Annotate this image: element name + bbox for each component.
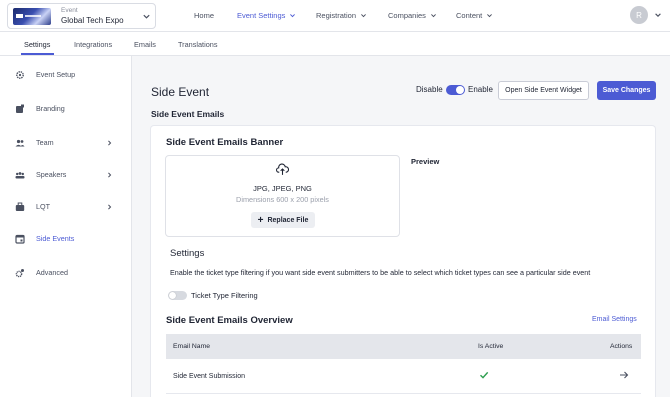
sidebar-item-team[interactable]: Team <box>0 133 131 153</box>
chevron-right-icon <box>108 172 112 178</box>
tab-integrations[interactable]: Integrations <box>74 40 112 49</box>
ticket-type-filtering-toggle[interactable] <box>168 291 187 300</box>
column-actions: Actions <box>610 343 633 350</box>
section-subtitle: Side Event Emails <box>151 109 225 119</box>
save-changes-button[interactable]: Save Changes <box>597 81 656 100</box>
page-title: Side Event <box>151 85 210 99</box>
toggle-knob <box>169 292 176 299</box>
nav-event-settings[interactable]: Event Settings <box>237 11 296 20</box>
email-name-cell: Side Event Submission <box>173 373 245 380</box>
nav-home[interactable]: Home <box>194 11 214 20</box>
banner-title: Side Event Emails Banner <box>166 137 284 148</box>
upload-formats: JPG, JPEG, PNG <box>253 184 312 193</box>
nav-companies[interactable]: Companies <box>388 11 437 20</box>
team-icon <box>15 139 25 147</box>
nav-content-label: Content <box>456 11 483 20</box>
arrow-right-icon[interactable] <box>619 370 629 380</box>
nav-event-settings-label: Event Settings <box>237 11 286 20</box>
table-header: Email Name Is Active Actions <box>166 334 641 359</box>
overview-title: Side Event Emails Overview <box>166 315 293 326</box>
nav-content[interactable]: Content <box>456 11 493 20</box>
plus-icon: + <box>257 214 264 226</box>
tab-emails[interactable]: Emails <box>134 40 156 49</box>
preview-label: Preview <box>411 157 440 166</box>
enable-toggle[interactable] <box>446 85 465 95</box>
tab-translations[interactable]: Translations <box>178 40 217 49</box>
nav-home-label: Home <box>194 11 215 20</box>
sidebar-item-label: Speakers <box>36 170 67 179</box>
event-switcher[interactable]: Event Global Tech Expo <box>7 3 156 29</box>
sidebar-item-label: Branding <box>36 104 65 113</box>
settings-description: Enable the ticket type filtering if you … <box>170 268 591 277</box>
sub-tabs: Settings Integrations Emails Translation… <box>0 32 670 56</box>
sidebar-item-label: LQT <box>36 202 50 211</box>
top-bar: Event Global Tech Expo Home Event Settin… <box>0 0 670 32</box>
briefcase-icon <box>15 202 25 211</box>
sidebar-item-speakers[interactable]: Speakers <box>0 165 131 185</box>
sidebar-item-event-setup[interactable]: Event Setup <box>0 65 131 85</box>
replace-file-button[interactable]: + Replace File <box>251 212 315 228</box>
avatar[interactable]: R <box>630 6 648 24</box>
nav-registration-label: Registration <box>316 11 357 20</box>
sidebar-item-label: Team <box>36 138 54 147</box>
column-is-active: Is Active <box>478 343 504 350</box>
advanced-gear-icon <box>15 269 24 278</box>
settings-title: Settings <box>170 248 205 259</box>
chevron-right-icon <box>108 140 112 146</box>
column-email-name: Email Name <box>173 343 211 350</box>
chevron-down-icon <box>290 14 296 18</box>
upload-cloud-icon <box>276 163 289 175</box>
event-label: Event <box>61 7 78 14</box>
sidebar: Event Setup Branding Team Speakers LQT S… <box>0 56 132 397</box>
check-icon <box>480 371 489 379</box>
chevron-right-icon <box>108 204 112 210</box>
sidebar-item-label: Side Events <box>36 234 75 243</box>
active-tab-indicator <box>21 53 54 55</box>
ticket-type-filtering-label: Ticket Type Filtering <box>191 291 258 300</box>
chevron-down-icon <box>143 14 150 19</box>
sidebar-item-lqt[interactable]: LQT <box>0 197 131 217</box>
upload-dimensions: Dimensions 600 x 200 pixels <box>236 195 329 204</box>
table-row: Side Event Submission <box>166 359 641 394</box>
calendar-icon <box>15 234 25 244</box>
open-widget-button[interactable]: Open Side Event Widget <box>498 81 589 100</box>
toggle-knob <box>456 86 464 94</box>
chevron-down-icon <box>361 14 366 18</box>
sidebar-item-label: Advanced <box>36 268 68 277</box>
email-settings-link[interactable]: Email Settings <box>592 316 637 323</box>
tab-settings[interactable]: Settings <box>24 40 50 49</box>
enable-label: Enable <box>468 85 493 94</box>
disable-label: Disable <box>416 85 443 94</box>
chevron-down-icon <box>430 14 436 18</box>
gear-icon <box>16 71 24 79</box>
sidebar-item-branding[interactable]: Branding <box>0 99 131 119</box>
speakers-icon <box>15 172 25 179</box>
chevron-down-icon <box>487 14 493 18</box>
sidebar-item-label: Event Setup <box>36 70 76 79</box>
nav-companies-label: Companies <box>388 11 426 20</box>
chevron-down-icon[interactable] <box>654 11 662 19</box>
replace-file-label: Replace File <box>267 216 309 224</box>
sidebar-item-side-events[interactable]: Side Events <box>0 229 131 249</box>
nav-registration[interactable]: Registration <box>316 11 367 20</box>
palette-icon <box>16 104 24 113</box>
event-logo <box>13 8 51 25</box>
sidebar-item-advanced[interactable]: Advanced <box>0 263 131 283</box>
event-name: Global Tech Expo <box>61 16 124 25</box>
